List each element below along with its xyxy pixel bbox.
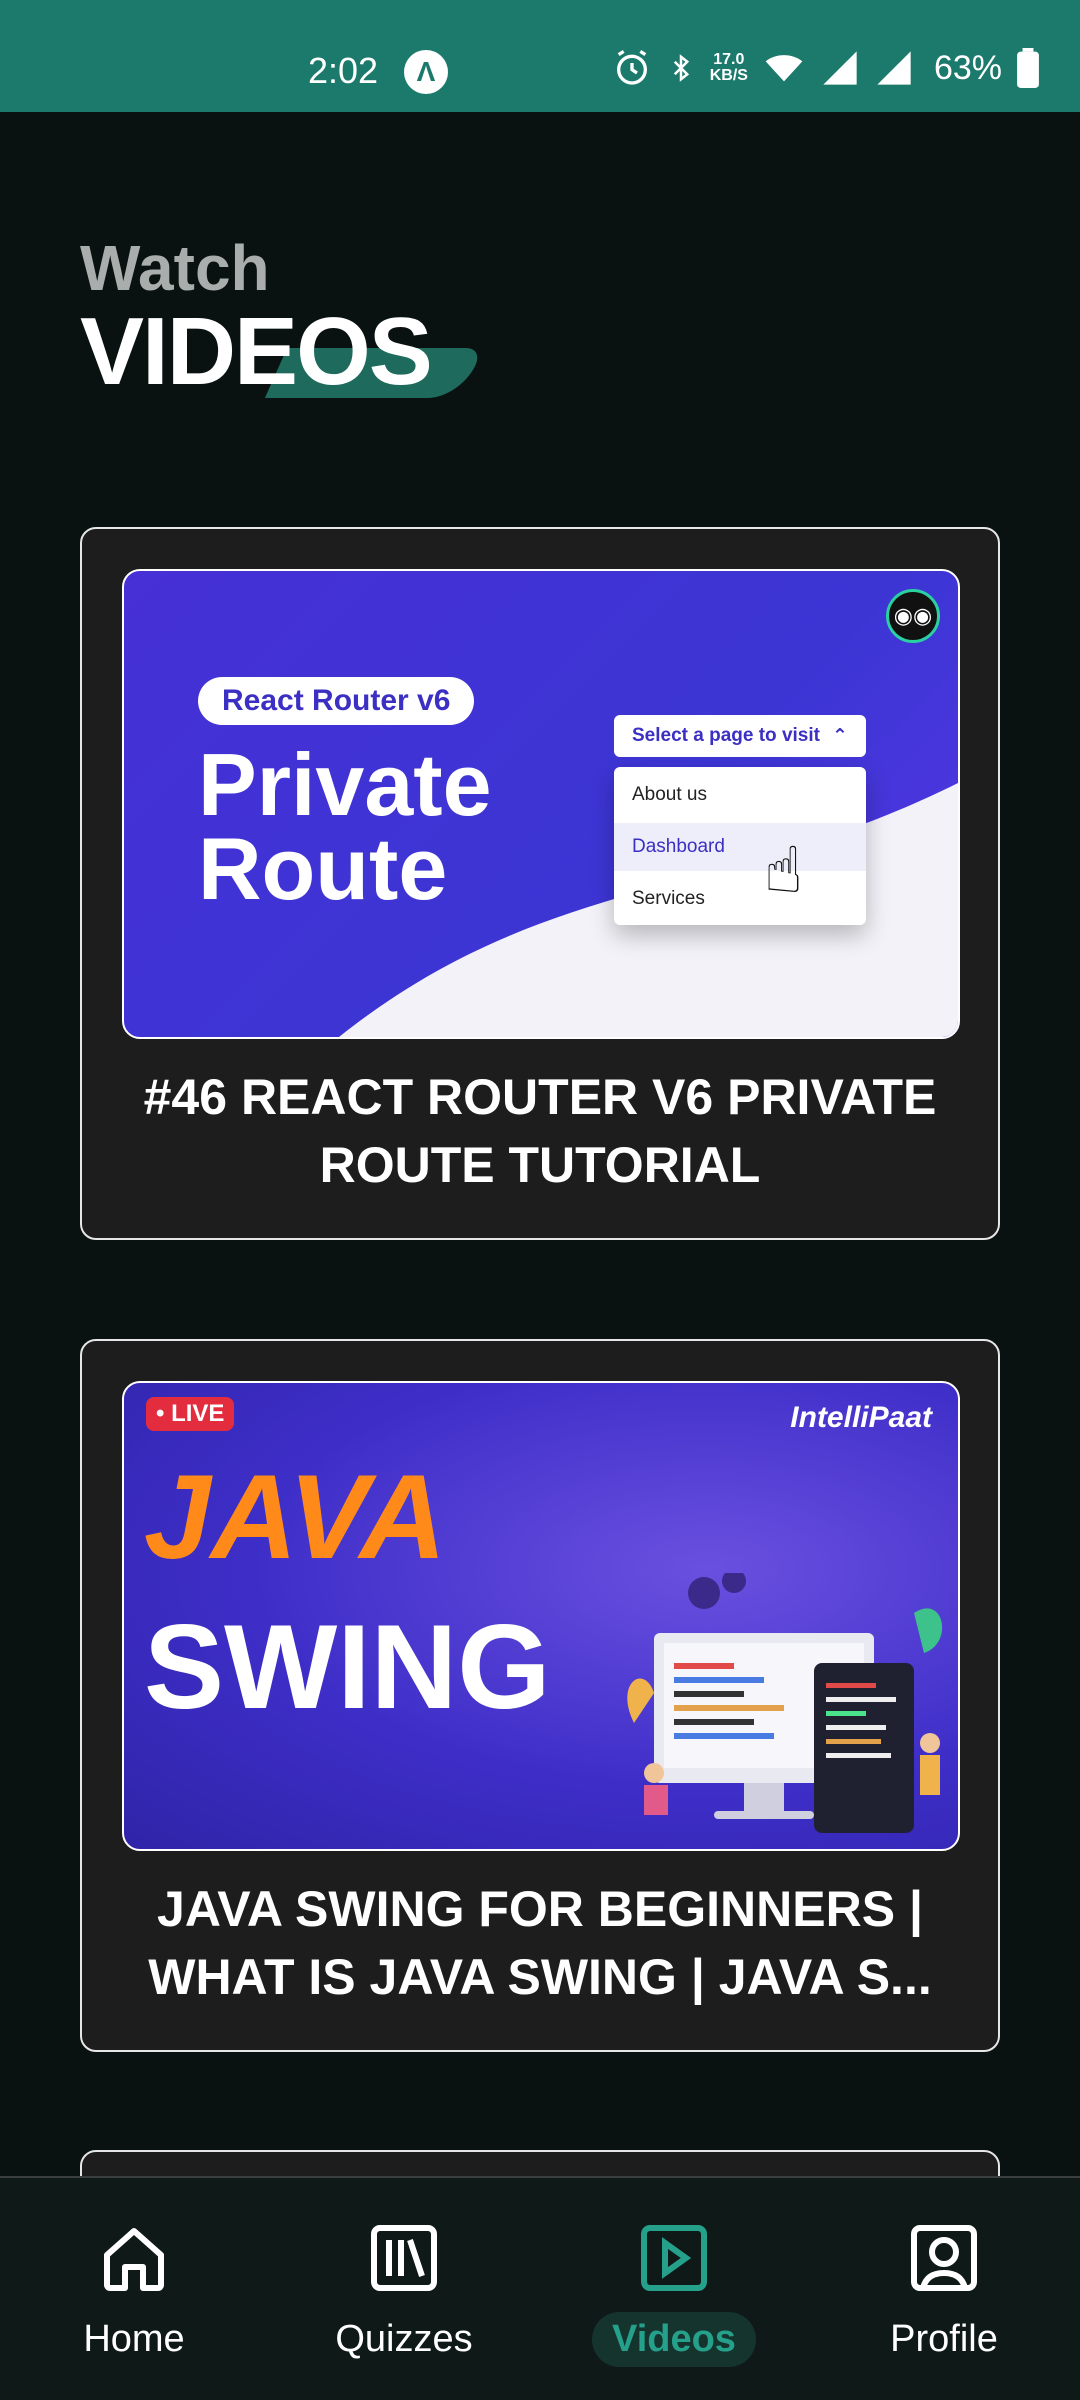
thumbnail-menu-item-active: Dashboard	[614, 823, 866, 871]
status-time: 2:02	[308, 50, 379, 91]
signal-icon	[823, 51, 857, 85]
nav-item-home[interactable]: Home	[24, 2218, 244, 2367]
thumbnail-headline-line2: SWING	[144, 1600, 551, 1734]
video-thumbnail[interactable]: React Router v6 Private Route ◉◉ Select …	[122, 569, 960, 1039]
thumbnail-menu-item: Services	[632, 888, 705, 909]
nav-label-quizzes: Quizzes	[335, 2318, 473, 2360]
live-badge: • LIVE	[146, 1397, 235, 1431]
network-speed: 17.0 KB/S	[710, 52, 748, 84]
thumbnail-headline: Private Route	[198, 735, 492, 918]
video-title[interactable]: JAVA SWING FOR BEGINNERS | WHAT IS JAVA …	[122, 1875, 958, 2011]
network-speed-unit: KB/S	[709, 67, 748, 84]
video-title[interactable]: #46 REACT ROUTER V6 PRIVATE ROUTE TUTORI…	[122, 1063, 958, 1199]
wifi-icon	[765, 55, 803, 82]
page-subtitle: Watch	[80, 232, 270, 304]
battery-percent: 63%	[933, 48, 1002, 87]
alarm-icon	[616, 49, 647, 85]
thumbnail-headline-line1: JAVA	[144, 1450, 447, 1584]
nav-label-home: Home	[83, 2318, 185, 2360]
network-speed-value: 17.0	[713, 51, 745, 68]
profile-icon	[911, 2225, 977, 2291]
nav-item-quizzes[interactable]: Quizzes	[294, 2218, 514, 2367]
thumbnail-select: Select a page to visit ⌃	[614, 715, 866, 757]
thumbnail-menu-item: About us	[632, 784, 707, 805]
screen: 2:02 Λ 17.0 KB/S 63% Watch VIDEOS React …	[0, 0, 1080, 2400]
channel-logo-icon: ◉◉	[886, 589, 940, 643]
thumbnail-pill: React Router v6	[198, 677, 475, 725]
library-icon	[371, 2225, 437, 2291]
status-bar: 2:02 Λ 17.0 KB/S 63%	[0, 0, 1080, 112]
bluetooth-icon	[673, 54, 689, 82]
battery-icon	[1017, 48, 1039, 88]
thumbnail-line1: Private	[198, 735, 492, 834]
computer-illustration	[627, 1573, 943, 1833]
thumbnail-line2: Route	[198, 819, 448, 918]
video-thumbnail[interactable]: • LIVE IntelliPaat JAVA SWING	[122, 1381, 960, 1851]
brand-logo: IntelliPaat	[790, 1401, 932, 1434]
home-icon	[104, 2228, 164, 2291]
bottom-nav: Home Quizzes Videos Profile	[0, 2176, 1080, 2400]
play-square-icon	[641, 2225, 707, 2291]
pointer-hand-icon: ☝	[764, 834, 803, 906]
nav-item-profile[interactable]: Profile	[834, 2218, 1054, 2367]
thumbnail-menu: About us Dashboard Services	[614, 767, 866, 925]
video-card[interactable]: React Router v6 Private Route ◉◉ Select …	[80, 527, 1000, 1240]
nav-item-videos[interactable]: Videos	[564, 2218, 784, 2367]
nav-label-videos: Videos	[592, 2312, 756, 2367]
app-notification-icon: Λ	[404, 50, 448, 94]
video-card[interactable]: • LIVE IntelliPaat JAVA SWING JAVA SWING…	[80, 1339, 1000, 2052]
nav-label-profile: Profile	[890, 2318, 998, 2360]
thumbnail-select-label: Select a page to visit	[632, 725, 820, 746]
page-title: VIDEOS	[80, 298, 433, 405]
page-heading: Watch VIDEOS	[80, 232, 484, 400]
signal-icon-2	[877, 51, 911, 85]
chevron-up-icon: ⌃	[831, 725, 848, 747]
